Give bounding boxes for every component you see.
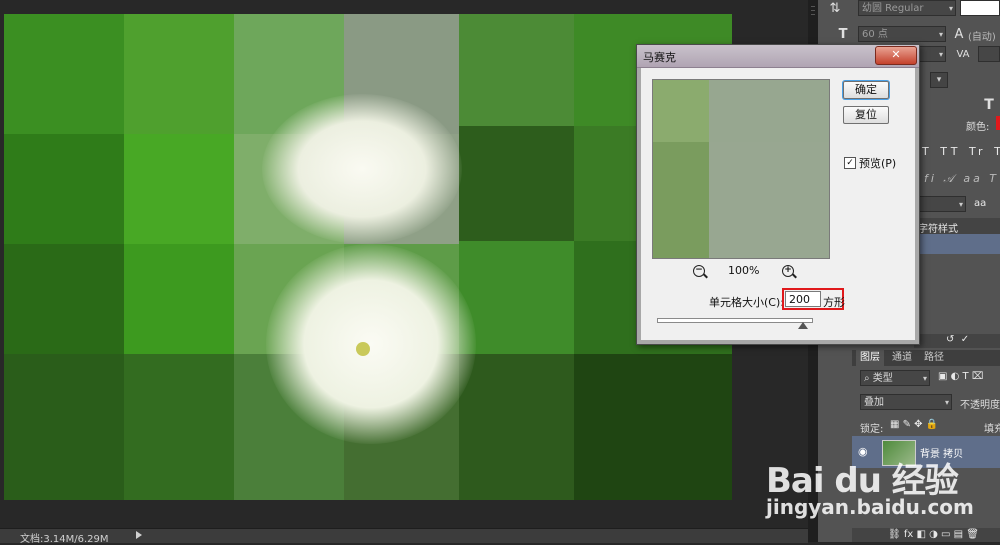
lock-icons[interactable]: ▦ ✎ ✥ 🔒	[890, 419, 938, 430]
reset-button[interactable]: 复位	[843, 106, 889, 124]
preview-checkbox-label[interactable]: 预览(P)	[859, 155, 896, 171]
dialog-titlebar[interactable]: 马赛克 ✕	[637, 45, 919, 68]
font-size-dropdown[interactable]: 60 点 ▾	[858, 26, 946, 42]
cell-size-unit: 方形	[823, 296, 845, 309]
watermark-url: jingyan.baidu.com	[766, 495, 974, 519]
panel-menu-button[interactable]: ▾	[930, 72, 948, 88]
zoom-in-icon[interactable]: +	[782, 265, 794, 277]
antialias-label: aa	[974, 198, 987, 209]
zoom-out-icon[interactable]: −	[693, 265, 705, 277]
preview-checkbox[interactable]: ✓	[844, 157, 856, 169]
tab-channels[interactable]: 通道	[888, 350, 916, 366]
text-tool-icon[interactable]: T	[978, 96, 1000, 114]
ok-button[interactable]: 确定	[843, 81, 889, 99]
doc-size-text: 文档:3.14M/6.29M	[20, 534, 109, 545]
mosaic-tile	[124, 354, 234, 500]
slider-thumb[interactable]	[798, 322, 808, 329]
mosaic-tile	[459, 241, 574, 354]
preview-cell	[709, 80, 829, 142]
style-action-icons[interactable]: ↺ ✓	[946, 334, 969, 345]
layer-filter-value: 类型	[872, 373, 893, 384]
leading-icon: A	[954, 27, 964, 42]
color-field-white[interactable]	[960, 0, 1000, 16]
style-list-selected	[914, 234, 1000, 254]
tab-paths[interactable]: 路径	[920, 350, 948, 366]
blend-mode-dropdown[interactable]: 叠加 ▾	[860, 394, 952, 410]
color-swatch[interactable]	[996, 116, 1000, 130]
mosaic-tile	[459, 126, 574, 241]
type-variant-buttons[interactable]: fi 𝒜 aa T 1st	[924, 172, 1000, 186]
flower-lower	[266, 244, 476, 444]
tracking-icon: VA	[956, 49, 970, 60]
preview-cell	[653, 80, 709, 142]
mosaic-tile	[4, 14, 124, 134]
font-style-dropdown[interactable]: 幼圆 Regular ▾	[858, 0, 956, 16]
tab-layers[interactable]: 图层	[856, 350, 884, 366]
layers-footer-icons[interactable]: ⛓ fx ◧ ◑ ▭ ▤ 🗑	[888, 529, 979, 540]
tracking-field[interactable]	[978, 46, 1000, 62]
cell-size-slider[interactable]	[657, 318, 813, 323]
color-label: 颜色:	[966, 122, 990, 133]
mosaic-tile	[459, 14, 574, 126]
mosaic-tile	[459, 354, 574, 500]
close-icon: ✕	[891, 48, 901, 61]
mosaic-tile	[4, 244, 124, 354]
font-size-icon: T	[838, 27, 848, 42]
mosaic-tile	[574, 354, 732, 500]
baidu-watermark: Bai du 经验 jingyan.baidu.com	[766, 453, 986, 523]
leading-value: (自动)	[968, 32, 996, 43]
mosaic-tile	[124, 244, 234, 354]
opacity-label: 不透明度	[960, 400, 1000, 411]
mosaic-tile	[124, 14, 234, 134]
lock-label: 锁定:	[860, 424, 884, 435]
language-dropdown[interactable]: ▾	[918, 196, 966, 212]
preview-cell	[653, 142, 709, 258]
layer-filter-dropdown[interactable]: ⌕ 类型 ▾	[860, 370, 930, 386]
flower-center	[356, 342, 370, 356]
image-canvas[interactable]	[4, 14, 732, 500]
status-menu-arrow-icon[interactable]	[136, 531, 142, 539]
mosaic-tile	[4, 354, 124, 500]
search-icon: ⌕	[864, 373, 873, 384]
dialog-body: 确定 复位 ✓ 预览(P) − 100% + 单元格大小(C): 200 方形	[641, 68, 915, 340]
blend-mode-value: 叠加	[864, 397, 884, 408]
dialog-title: 马赛克	[643, 51, 676, 64]
font-style-value: 幼圆 Regular	[862, 3, 924, 14]
font-style-tool-icon[interactable]: ⇅	[824, 0, 846, 18]
preview-pane[interactable]	[652, 79, 830, 259]
fx-button[interactable]: fx	[904, 529, 913, 540]
char-style-tab[interactable]: 字符样式	[918, 220, 958, 235]
status-bar: 文档:3.14M/6.29M	[0, 528, 808, 545]
font-size-value: 60 点	[862, 29, 888, 40]
mosaic-tile	[124, 134, 234, 244]
preview-cell	[709, 142, 829, 258]
close-button[interactable]: ✕	[875, 46, 917, 65]
mosaic-tile	[4, 134, 124, 244]
mosaic-dialog: 马赛克 ✕ 确定 复位 ✓ 预览(P) − 100% + 单元格大小(C): 2…	[636, 44, 920, 345]
zoom-level: 100%	[728, 264, 760, 277]
layer-filter-icons[interactable]: ▣ ◐ T ⌧	[938, 371, 983, 382]
cell-size-label: 单元格大小(C):	[709, 296, 784, 309]
flower-upper	[262, 94, 462, 244]
type-style-buttons[interactable]: T TT Tr T' T,	[922, 145, 1000, 158]
fill-label: 填充	[984, 424, 1000, 435]
